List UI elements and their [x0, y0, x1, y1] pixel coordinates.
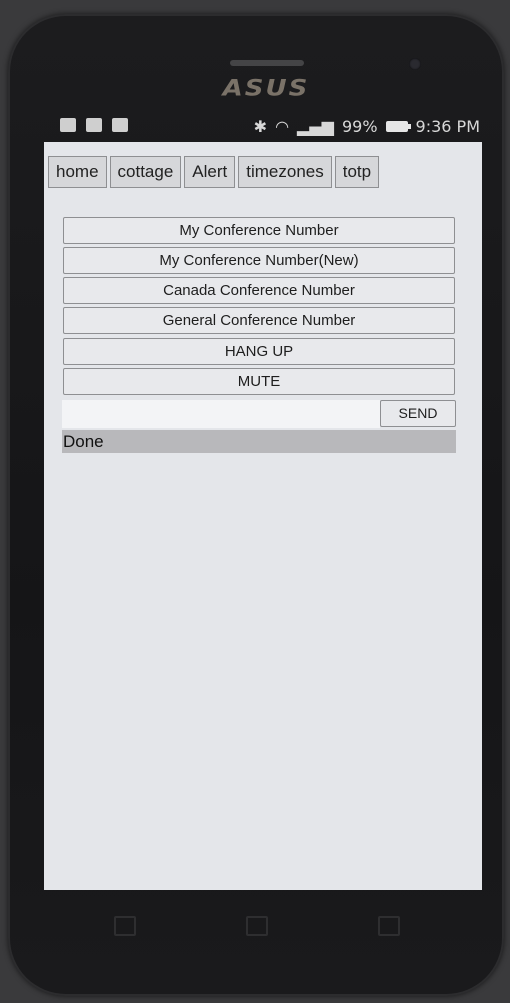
general-conference-number-button[interactable]: General Conference Number [63, 307, 455, 334]
recents-key-icon[interactable] [378, 916, 400, 936]
status-message: Done [62, 430, 456, 453]
hardware-nav-keys [8, 894, 504, 954]
system-indicators: ✱ ◠ ▂▄▆ 99% 9:36 PM [254, 117, 480, 136]
send-input[interactable] [62, 400, 380, 428]
front-camera [409, 58, 421, 70]
tab-alert[interactable]: Alert [184, 156, 236, 188]
app-screen: home cottage Alert timezones totp My Con… [44, 142, 482, 890]
my-conference-number-button[interactable]: My Conference Number [63, 217, 455, 244]
status-bar: ✱ ◠ ▂▄▆ 99% 9:36 PM [48, 114, 484, 142]
brand-logo: ASUS [222, 76, 310, 102]
my-conference-number-new-button[interactable]: My Conference Number(New) [63, 247, 455, 274]
back-key-icon[interactable] [114, 916, 136, 936]
send-button[interactable]: SEND [380, 400, 456, 427]
wifi-icon: ◠ [275, 117, 290, 136]
signal-icon: ▂▄▆ [297, 117, 334, 136]
earpiece-speaker [230, 60, 304, 66]
clock: 9:36 PM [415, 117, 480, 136]
notification-icons [60, 118, 128, 132]
mute-button[interactable]: MUTE [63, 368, 455, 395]
tab-cottage[interactable]: cottage [109, 156, 182, 188]
mail-icon [86, 118, 102, 132]
battery-icon [385, 121, 411, 132]
tab-totp[interactable]: totp [334, 156, 380, 188]
upload-icon [112, 118, 128, 132]
canada-conference-number-button[interactable]: Canada Conference Number [63, 277, 455, 304]
home-key-icon[interactable] [246, 916, 268, 936]
battery-percent: 99% [341, 117, 378, 136]
hang-up-button[interactable]: HANG UP [63, 338, 455, 365]
tab-home[interactable]: home [48, 156, 107, 188]
tab-bar: home cottage Alert timezones totp [48, 156, 380, 188]
tab-timezones[interactable]: timezones [238, 156, 332, 188]
app-notification-icon [60, 118, 76, 132]
phone-frame: ASUS ✱ ◠ ▂▄▆ 99% 9:36 PM home cottage Al… [8, 14, 504, 996]
bluetooth-icon: ✱ [253, 117, 268, 136]
